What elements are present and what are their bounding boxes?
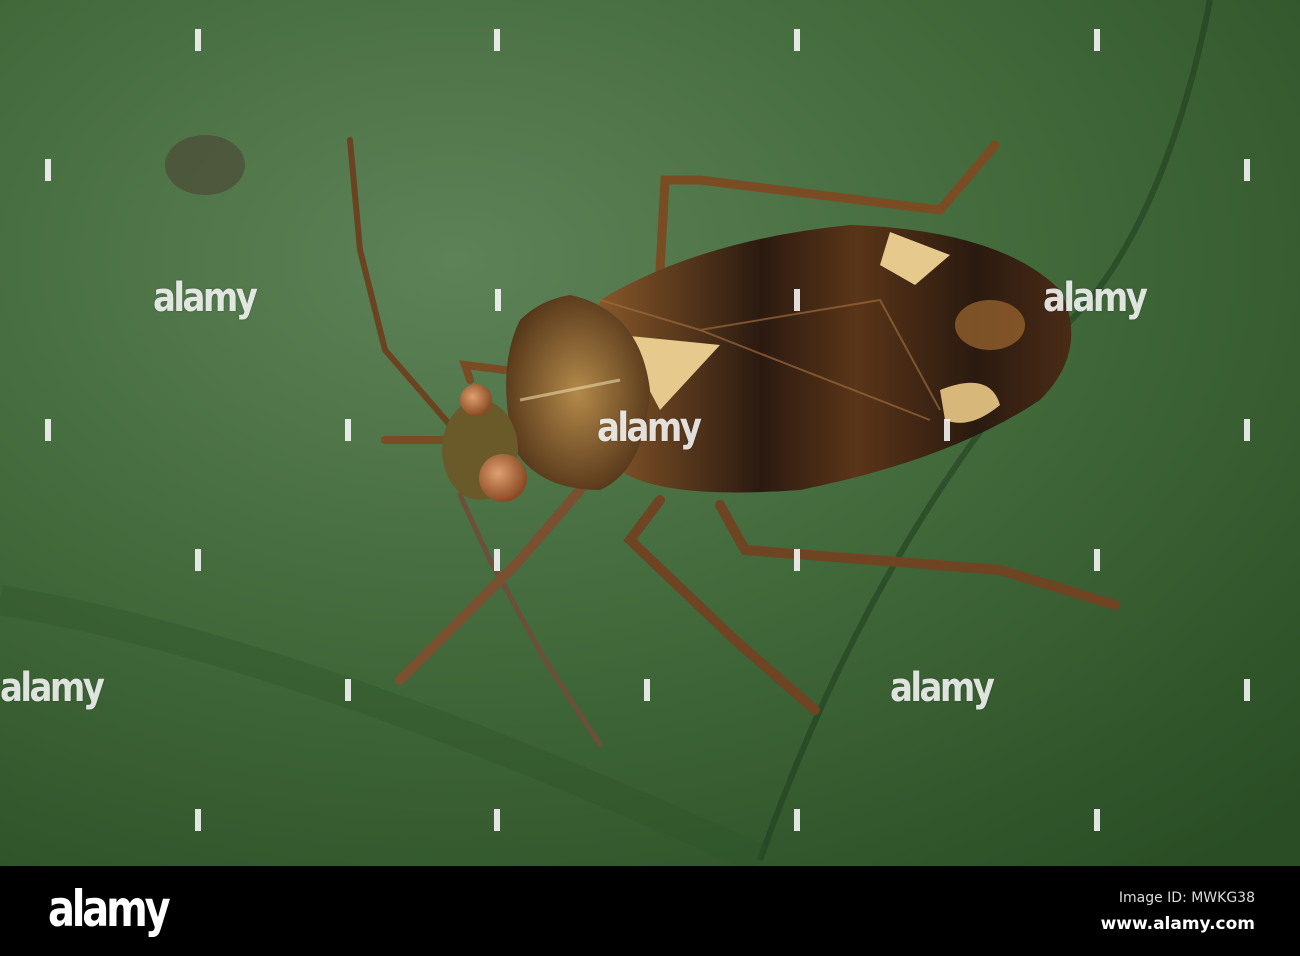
watermark-mark xyxy=(494,29,500,51)
compound-eye xyxy=(479,454,527,502)
watermark-mark xyxy=(1244,419,1250,441)
leaf-spot xyxy=(165,135,245,195)
image-id: Image ID: MWKG38 xyxy=(1118,890,1255,906)
watermark-mark xyxy=(494,549,500,571)
watermark-mark xyxy=(195,809,201,831)
watermark-mark xyxy=(1094,809,1100,831)
watermark-mark xyxy=(1094,549,1100,571)
watermark-mark xyxy=(195,549,201,571)
watermark-text: alamy xyxy=(597,405,702,451)
watermark-mark xyxy=(345,679,351,701)
watermark-text: alamy xyxy=(1043,275,1148,321)
watermark-text: alamy xyxy=(0,665,105,711)
watermark-mark xyxy=(45,419,51,441)
watermark-mark xyxy=(1244,159,1250,181)
watermark-mark xyxy=(1244,679,1250,701)
watermark-mark xyxy=(345,419,351,441)
watermark-mark xyxy=(794,29,800,51)
watermark-mark xyxy=(794,289,800,311)
watermark-text: alamy xyxy=(153,275,258,321)
watermark-text: alamy xyxy=(890,665,995,711)
site-url: www.alamy.com xyxy=(1100,914,1255,934)
stock-photo: alamy alamy alamy alamy alamy alamy Imag… xyxy=(0,0,1300,956)
watermark-mark xyxy=(195,29,201,51)
watermark-mark xyxy=(45,159,51,181)
alamy-logo: alamy xyxy=(48,880,171,938)
watermark-mark xyxy=(944,419,950,441)
watermark-mark xyxy=(794,809,800,831)
watermark-mark xyxy=(644,679,650,701)
footer-bar: alamy Image ID: MWKG38 www.alamy.com xyxy=(0,866,1300,956)
watermark-mark xyxy=(1094,29,1100,51)
compound-eye xyxy=(460,384,492,416)
watermark-mark xyxy=(495,289,501,311)
watermark-mark xyxy=(794,549,800,571)
watermark-mark xyxy=(494,809,500,831)
